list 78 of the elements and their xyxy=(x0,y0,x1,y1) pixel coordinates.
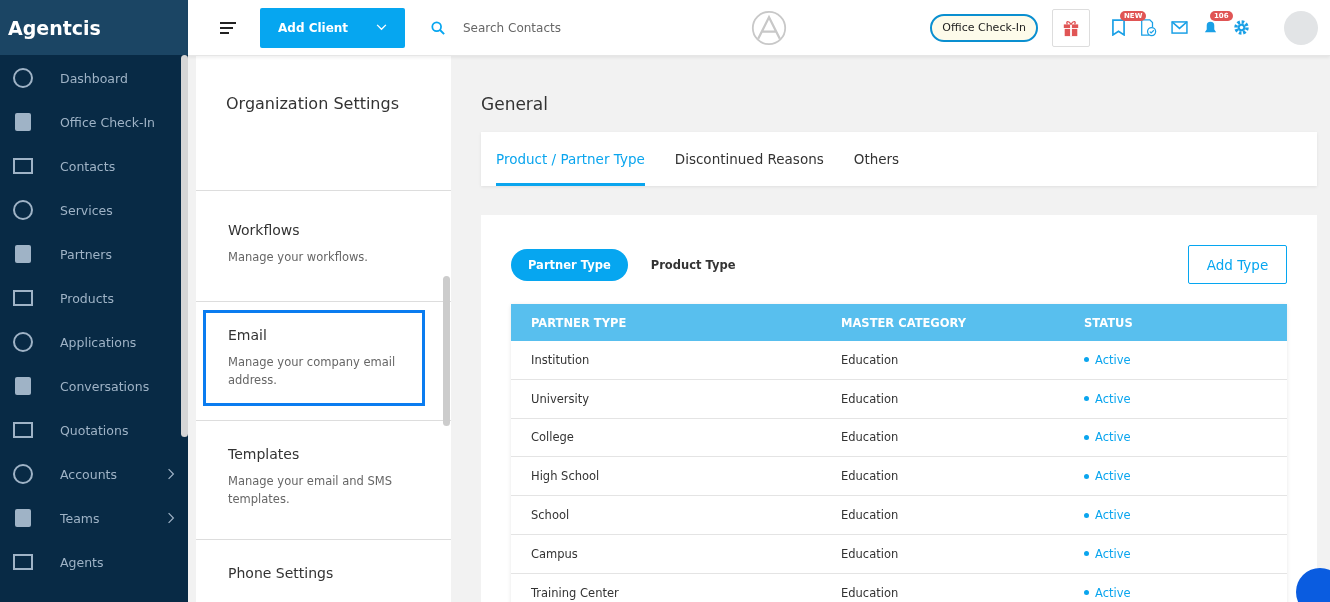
status-dot xyxy=(1084,435,1089,440)
sidebar-item[interactable]: Agents xyxy=(0,540,181,584)
status-text: Active xyxy=(1095,391,1131,406)
table-cell-text: Education xyxy=(840,391,900,406)
table-cell-text: High School xyxy=(530,469,601,484)
chevron-right-icon xyxy=(167,468,175,480)
menu-item-icon xyxy=(11,198,35,222)
status-dot xyxy=(1084,473,1089,479)
status-dot xyxy=(1084,357,1089,363)
sidebar-item[interactable]: Quotations xyxy=(0,408,181,452)
status-text: Active xyxy=(1095,469,1131,484)
settings-item-description: Manage your workflows. xyxy=(228,249,369,266)
search-icon[interactable] xyxy=(431,20,445,35)
status-dot xyxy=(1084,396,1089,402)
table-cell-text: Education xyxy=(840,508,900,523)
bookmark-icon[interactable] xyxy=(1112,19,1125,36)
sidebar-item[interactable]: Dashboard xyxy=(0,56,181,100)
panel-title: Organization Settings xyxy=(226,94,400,115)
sidebar-item[interactable]: Partners xyxy=(0,232,181,276)
settings-item-description: Manage your company email address. xyxy=(228,354,397,389)
sidebar-item[interactable]: Accounts xyxy=(0,452,181,496)
menu-item-icon xyxy=(11,330,35,354)
column-header: STATUS xyxy=(1083,315,1133,330)
toggle-pill[interactable]: Product Type xyxy=(633,248,753,281)
table-cell-text: Institution xyxy=(530,352,591,367)
settings-item-title: Workflows xyxy=(228,222,301,238)
tab[interactable]: Discontinued Reasons xyxy=(674,132,824,186)
status-text: Active xyxy=(1095,430,1131,445)
sidebar-item[interactable]: Services xyxy=(0,188,181,232)
column-header: MASTER CATEGORY xyxy=(840,315,968,330)
logo-icon xyxy=(751,9,787,46)
sidebar-item[interactable]: Applications xyxy=(0,320,181,364)
task-check-icon[interactable] xyxy=(1139,18,1157,37)
settings-icon[interactable] xyxy=(1233,19,1250,36)
settings-item-description: Manage your email and SMS templates. xyxy=(228,473,394,508)
gift-icon xyxy=(1062,18,1080,37)
settings-item-title: Templates xyxy=(228,446,301,462)
table-cell-text: University xyxy=(530,391,590,406)
status-dot xyxy=(1084,551,1089,557)
table-cell-text: Campus xyxy=(530,546,579,561)
settings-item-title: Phone Settings xyxy=(228,565,335,581)
mail-icon[interactable] xyxy=(1171,21,1188,34)
sidebar-item[interactable]: Products xyxy=(0,276,181,320)
menu-item-icon xyxy=(11,462,35,486)
sidebar-item[interactable]: Office Check-In xyxy=(0,100,181,144)
table-cell-text: Training Center xyxy=(530,585,620,600)
menu-item-icon xyxy=(11,66,35,90)
table-cell-text: Education xyxy=(840,469,900,484)
column-header: PARTNER TYPE xyxy=(530,315,628,330)
page-title: General xyxy=(481,94,549,114)
status-text: Active xyxy=(1095,508,1131,523)
table-cell-text: Education xyxy=(840,585,900,600)
scrollbar[interactable] xyxy=(181,55,188,437)
settings-item[interactable]: Templates Manage your email and SMS templates. xyxy=(203,429,425,525)
settings-item[interactable]: Workflows Manage your workflows. xyxy=(203,205,425,287)
office-check-in-button[interactable]: Office Check-In xyxy=(930,13,1038,42)
table-cell-text: Education xyxy=(840,546,900,561)
chevron-right-icon xyxy=(167,512,175,524)
caret-icon xyxy=(376,24,387,31)
status-text: Active xyxy=(1095,352,1131,367)
sidebar-item[interactable]: Teams xyxy=(0,496,181,540)
table-cell-text: School xyxy=(530,508,571,523)
menu-icon[interactable] xyxy=(220,21,236,34)
settings-item[interactable]: Email Manage your company email address. xyxy=(203,310,425,406)
status-dot xyxy=(1084,512,1089,518)
tab[interactable]: Others xyxy=(853,132,900,186)
gift-button[interactable] xyxy=(1052,8,1090,47)
status-dot xyxy=(1084,590,1089,596)
table-cell-text: Education xyxy=(840,352,900,367)
status-text: Active xyxy=(1095,585,1131,600)
status-text: Active xyxy=(1095,546,1131,561)
table-cell-text: College xyxy=(530,430,575,445)
table-cell-text: Education xyxy=(840,430,900,445)
settings-item-title: Email xyxy=(228,327,268,343)
settings-item[interactable]: Phone Settings xyxy=(203,548,425,602)
sidebar-item[interactable]: Contacts xyxy=(0,144,181,188)
scrollbar[interactable] xyxy=(443,276,450,426)
sidebar-item[interactable]: Conversations xyxy=(0,364,181,408)
